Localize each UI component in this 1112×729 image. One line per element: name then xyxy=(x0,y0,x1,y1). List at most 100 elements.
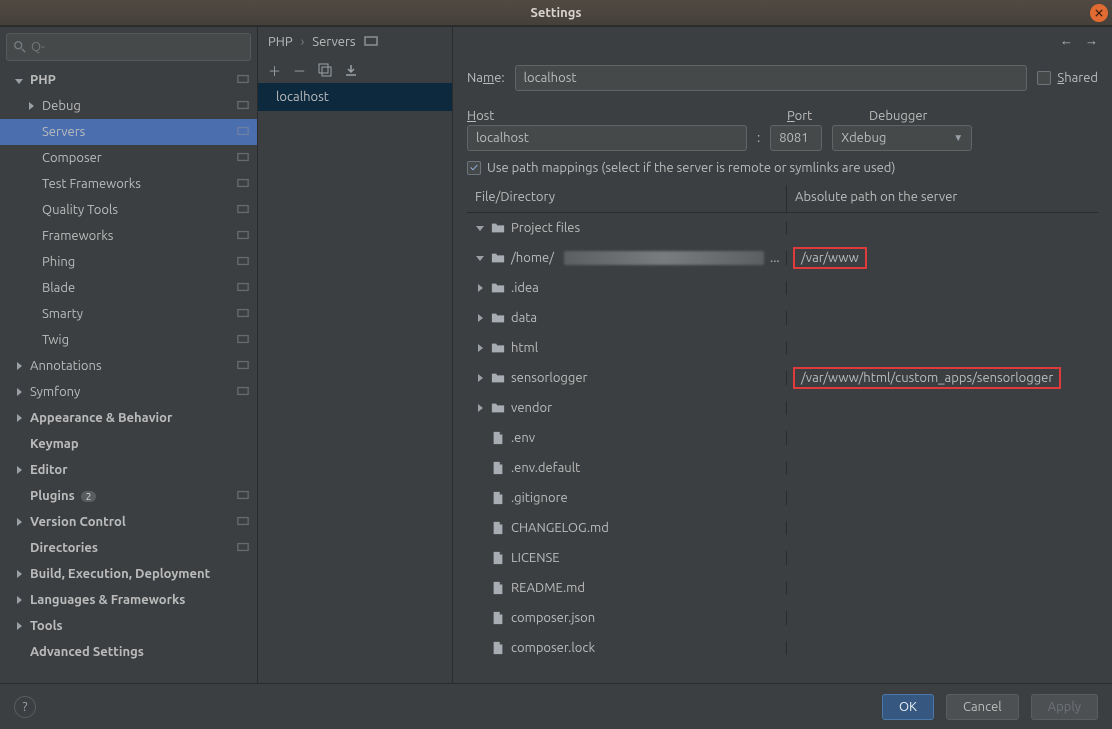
scope-icon xyxy=(237,255,249,269)
copy-server-button[interactable] xyxy=(318,63,332,77)
tree-item[interactable]: Smarty xyxy=(0,301,257,327)
chevron-icon xyxy=(26,99,36,113)
host-input[interactable] xyxy=(467,125,747,151)
map-row[interactable]: CHANGELOG.md xyxy=(467,513,1098,543)
tree-item[interactable]: Version Control xyxy=(0,509,257,535)
map-row[interactable]: sensorlogger/var/www/html/custom_apps/se… xyxy=(467,363,1098,393)
server-toolbar: ＋ － xyxy=(258,57,452,83)
chevron-icon xyxy=(475,226,485,231)
chevron-icon xyxy=(14,515,24,529)
map-row[interactable]: Project files xyxy=(467,213,1098,243)
tree-item[interactable]: Plugins2 xyxy=(0,483,257,509)
scope-icon xyxy=(237,281,249,295)
file-icon xyxy=(491,551,505,565)
chevron-icon xyxy=(14,619,24,633)
breadcrumb-php[interactable]: PHP xyxy=(268,35,293,49)
name-input[interactable] xyxy=(515,65,1028,91)
shared-checkbox[interactable]: Shared xyxy=(1037,71,1098,85)
tree-item[interactable]: Languages & Frameworks xyxy=(0,587,257,613)
button-bar: ? OK Cancel Apply xyxy=(0,683,1112,729)
add-server-button[interactable]: ＋ xyxy=(268,61,281,80)
apply-button[interactable]: Apply xyxy=(1031,694,1098,720)
tree-item-label: Advanced Settings xyxy=(30,645,144,659)
settings-search[interactable] xyxy=(6,33,251,61)
import-button[interactable] xyxy=(344,63,358,77)
remote-path: /var/www/html/custom_apps/sensorlogger xyxy=(793,367,1061,389)
chevron-icon xyxy=(14,385,24,399)
folder-icon xyxy=(491,251,505,265)
debugger-select[interactable]: Xdebug ▼ xyxy=(832,125,972,151)
map-file-name: composer.lock xyxy=(511,641,595,655)
port-input[interactable] xyxy=(770,125,822,151)
map-cell-file: .idea xyxy=(467,281,787,295)
debugger-label: Debugger xyxy=(869,109,927,123)
tree-item[interactable]: Directories xyxy=(0,535,257,561)
tree-item-label: Debug xyxy=(42,99,81,113)
search-input[interactable] xyxy=(31,40,244,54)
chevron-icon xyxy=(475,344,485,352)
tree-item[interactable]: Servers xyxy=(0,119,257,145)
remote-path: /var/www xyxy=(793,247,867,269)
tree-item[interactable]: Annotations xyxy=(0,353,257,379)
map-file-name: /home/ xyxy=(511,251,554,265)
map-row[interactable]: html xyxy=(467,333,1098,363)
map-file-name: .idea xyxy=(511,281,539,295)
map-row[interactable]: /home/.../var/www xyxy=(467,243,1098,273)
map-cell-file: /home/... xyxy=(467,251,787,265)
map-row[interactable]: composer.lock xyxy=(467,633,1098,663)
tree-item[interactable]: Composer xyxy=(0,145,257,171)
tree-item[interactable]: Blade xyxy=(0,275,257,301)
map-row[interactable]: .env xyxy=(467,423,1098,453)
map-cell-remote[interactable]: /var/www/html/custom_apps/sensorlogger xyxy=(787,371,1098,385)
tree-item[interactable]: Appearance & Behavior xyxy=(0,405,257,431)
map-file-name: vendor xyxy=(511,401,552,415)
map-cell-file: LICENSE xyxy=(467,551,787,565)
map-row[interactable]: .gitignore xyxy=(467,483,1098,513)
map-row[interactable]: README.md xyxy=(467,573,1098,603)
tree-item[interactable]: Keymap xyxy=(0,431,257,457)
server-list[interactable]: localhost xyxy=(258,83,452,683)
tree-item[interactable]: Frameworks xyxy=(0,223,257,249)
server-list-item[interactable]: localhost xyxy=(258,83,452,111)
titlebar: Settings xyxy=(0,0,1112,26)
tree-item[interactable]: Debug xyxy=(0,93,257,119)
nav-forward-button[interactable]: → xyxy=(1085,33,1098,48)
copy-icon xyxy=(318,63,332,77)
tree-item[interactable]: PHP xyxy=(0,67,257,93)
ok-button[interactable]: OK xyxy=(882,694,934,720)
map-cell-remote[interactable]: /var/www xyxy=(787,251,1098,265)
tree-item[interactable]: Tools xyxy=(0,613,257,639)
map-row[interactable]: vendor xyxy=(467,393,1098,423)
help-button[interactable]: ? xyxy=(14,696,36,718)
map-file-name: .gitignore xyxy=(511,491,568,505)
map-row[interactable]: composer.json xyxy=(467,603,1098,633)
tree-item[interactable]: Twig xyxy=(0,327,257,353)
path-mapping-body[interactable]: Project files/home/.../var/www.ideadatah… xyxy=(467,213,1098,683)
map-row[interactable]: .env.default xyxy=(467,453,1098,483)
map-row[interactable]: .idea xyxy=(467,273,1098,303)
col-abs-path: Absolute path on the server xyxy=(787,185,1098,212)
tree-item[interactable]: Test Frameworks xyxy=(0,171,257,197)
map-row[interactable]: LICENSE xyxy=(467,543,1098,573)
nav-back-button[interactable]: ← xyxy=(1060,33,1073,48)
map-row[interactable]: data xyxy=(467,303,1098,333)
settings-tree[interactable]: PHP Debug ServersComposerTest FrameworksQu… xyxy=(0,67,257,683)
window-close-button[interactable] xyxy=(1090,4,1108,22)
import-icon xyxy=(344,63,358,77)
remove-server-button[interactable]: － xyxy=(293,61,306,80)
tree-item[interactable]: Symfony xyxy=(0,379,257,405)
tree-item[interactable]: Phing xyxy=(0,249,257,275)
chevron-icon xyxy=(475,256,485,261)
scope-icon xyxy=(237,151,249,165)
tree-item[interactable]: Build, Execution, Deployment xyxy=(0,561,257,587)
cancel-button[interactable]: Cancel xyxy=(946,694,1019,720)
tree-item[interactable]: Editor xyxy=(0,457,257,483)
tree-item[interactable]: Advanced Settings xyxy=(0,639,257,665)
scope-icon xyxy=(237,99,249,113)
left-panel: PHP Debug ServersComposerTest FrameworksQu… xyxy=(0,27,258,683)
tree-item[interactable]: Quality Tools xyxy=(0,197,257,223)
use-path-mappings-checkbox[interactable]: Use path mappings (select if the server … xyxy=(467,161,896,175)
badge: 2 xyxy=(81,491,97,502)
breadcrumb-servers[interactable]: Servers xyxy=(312,35,355,49)
scope-icon xyxy=(237,359,249,373)
